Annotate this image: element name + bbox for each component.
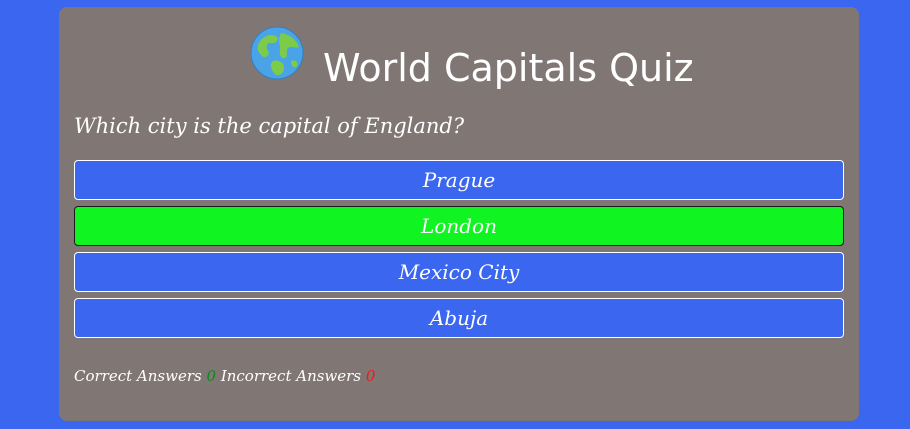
- question-text: Which city is the capital of England?: [74, 114, 465, 138]
- incorrect-answers-label: Incorrect Answers: [220, 367, 362, 385]
- answer-button-prague[interactable]: Prague: [74, 160, 844, 200]
- correct-answers-count: 0: [206, 367, 217, 385]
- answer-list: Prague London Mexico City Abuja: [74, 160, 844, 344]
- quiz-header: World Capitals Quiz: [59, 25, 859, 95]
- answer-button-abuja[interactable]: Abuja: [74, 298, 844, 338]
- quiz-card: World Capitals Quiz Which city is the ca…: [59, 7, 859, 421]
- globe-icon: [250, 26, 304, 80]
- score-bar: Correct Answers 0 Incorrect Answers 0: [74, 365, 375, 387]
- incorrect-answers-count: 0: [365, 367, 376, 385]
- page-title: World Capitals Quiz: [323, 46, 694, 90]
- answer-button-london[interactable]: London: [74, 206, 844, 246]
- correct-answers-label: Correct Answers: [74, 367, 202, 385]
- answer-button-mexico-city[interactable]: Mexico City: [74, 252, 844, 292]
